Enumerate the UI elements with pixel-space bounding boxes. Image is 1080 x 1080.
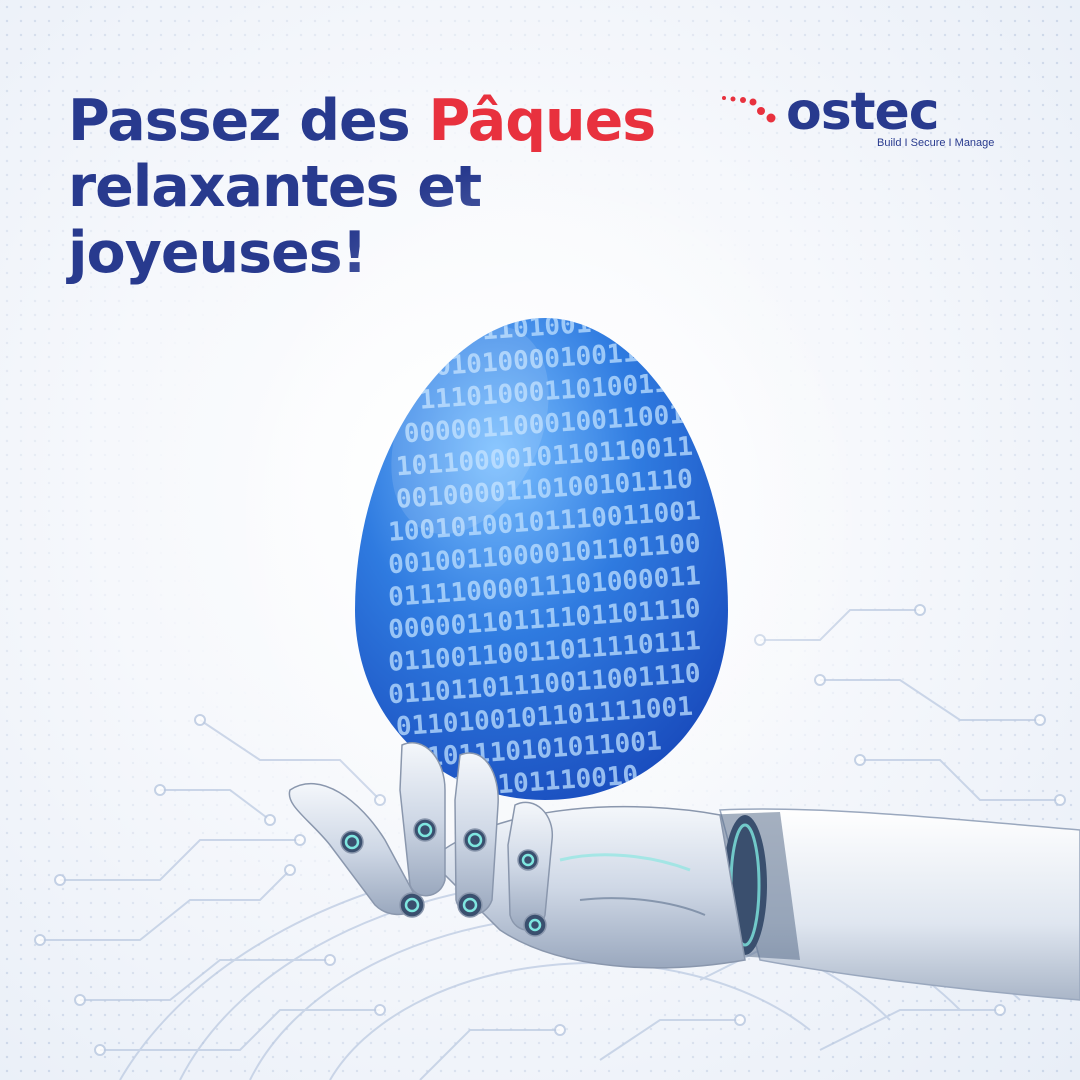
robot-hand-with-egg-illustration: 0110100101010100001001101110100011010011… [215,160,1080,1001]
easter-banner: Passez des Pâques relaxantes et joyeuses… [0,0,1080,1080]
